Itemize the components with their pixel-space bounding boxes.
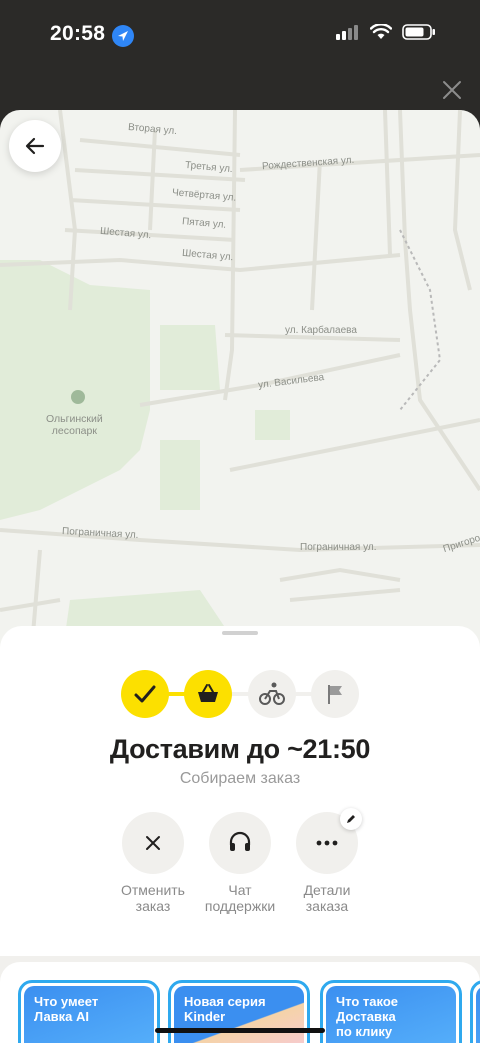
courier-bike-icon <box>259 682 285 705</box>
back-button[interactable] <box>9 120 61 172</box>
story-card[interactable] <box>470 980 480 1043</box>
story-card-body <box>476 986 480 1043</box>
location-arrow-icon <box>112 25 134 47</box>
headset-icon <box>229 831 251 851</box>
step-delivered <box>311 670 359 718</box>
map-street-label: Пограничная ул. <box>300 542 377 553</box>
pencil-icon <box>347 815 355 823</box>
story-card-body: Что такое Доставка по клику <box>326 986 456 1043</box>
story-card[interactable]: Что такое Доставка по клику <box>320 980 462 1043</box>
close-icon[interactable] <box>440 78 464 102</box>
wifi-icon <box>370 24 392 39</box>
support-chat-button[interactable]: Чат поддержки <box>190 812 290 914</box>
order-details-label: Детали заказа <box>303 882 351 914</box>
map-street-label: ул. Карбалаева <box>285 325 357 336</box>
edit-badge <box>340 808 362 830</box>
story-card-body: Новая серия Kinder <box>174 986 304 1043</box>
close-icon <box>146 836 160 850</box>
story-title: Что такое Доставка по клику <box>336 994 398 1039</box>
delivery-time-title: Доставим до ~21:50 <box>109 734 371 764</box>
flag-icon <box>328 685 342 704</box>
map-roads <box>0 110 480 670</box>
story-title: Новая серия Kinder <box>184 994 266 1024</box>
support-chat-circle[interactable] <box>209 812 271 874</box>
check-icon <box>134 685 156 703</box>
support-chat-label: Чат поддержки <box>204 882 276 914</box>
order-details-button[interactable]: Детали заказа <box>277 808 377 914</box>
story-title: Что умеет Лавка AI <box>34 994 99 1024</box>
order-status-sheet: Доставим до ~21:50 Собираем заказ Отмени… <box>0 626 480 956</box>
basket-icon <box>198 684 218 702</box>
order-progress <box>121 670 361 718</box>
signal-icon <box>336 25 358 40</box>
order-status-text: Собираем заказ <box>179 770 301 787</box>
story-card[interactable]: Что умеет Лавка AI <box>18 980 160 1043</box>
arrow-left-icon <box>25 137 45 155</box>
map-park-label: Ольгинский лесопарк <box>46 413 103 437</box>
order-details-circle[interactable] <box>296 808 362 874</box>
cancel-order-button[interactable]: Отменить заказ <box>103 812 203 914</box>
step-delivering <box>248 670 296 718</box>
more-icon <box>316 840 338 846</box>
home-indicator <box>155 1028 325 1033</box>
status-bar: 20:58 <box>0 0 480 72</box>
story-card-body: Что умеет Лавка AI <box>24 986 154 1043</box>
status-time: 20:58 <box>50 22 106 45</box>
story-card[interactable]: Новая серия Kinder <box>168 980 310 1043</box>
battery-icon <box>402 24 435 40</box>
step-assembling <box>184 670 232 718</box>
map[interactable]: Вторая ул. Третья ул. Четвёртая ул. Пята… <box>0 110 480 670</box>
sheet-grabber[interactable] <box>222 631 258 635</box>
step-accepted <box>121 670 169 718</box>
status-icons <box>336 24 436 40</box>
cancel-order-circle[interactable] <box>122 812 184 874</box>
cancel-order-label: Отменить заказ <box>121 882 185 914</box>
